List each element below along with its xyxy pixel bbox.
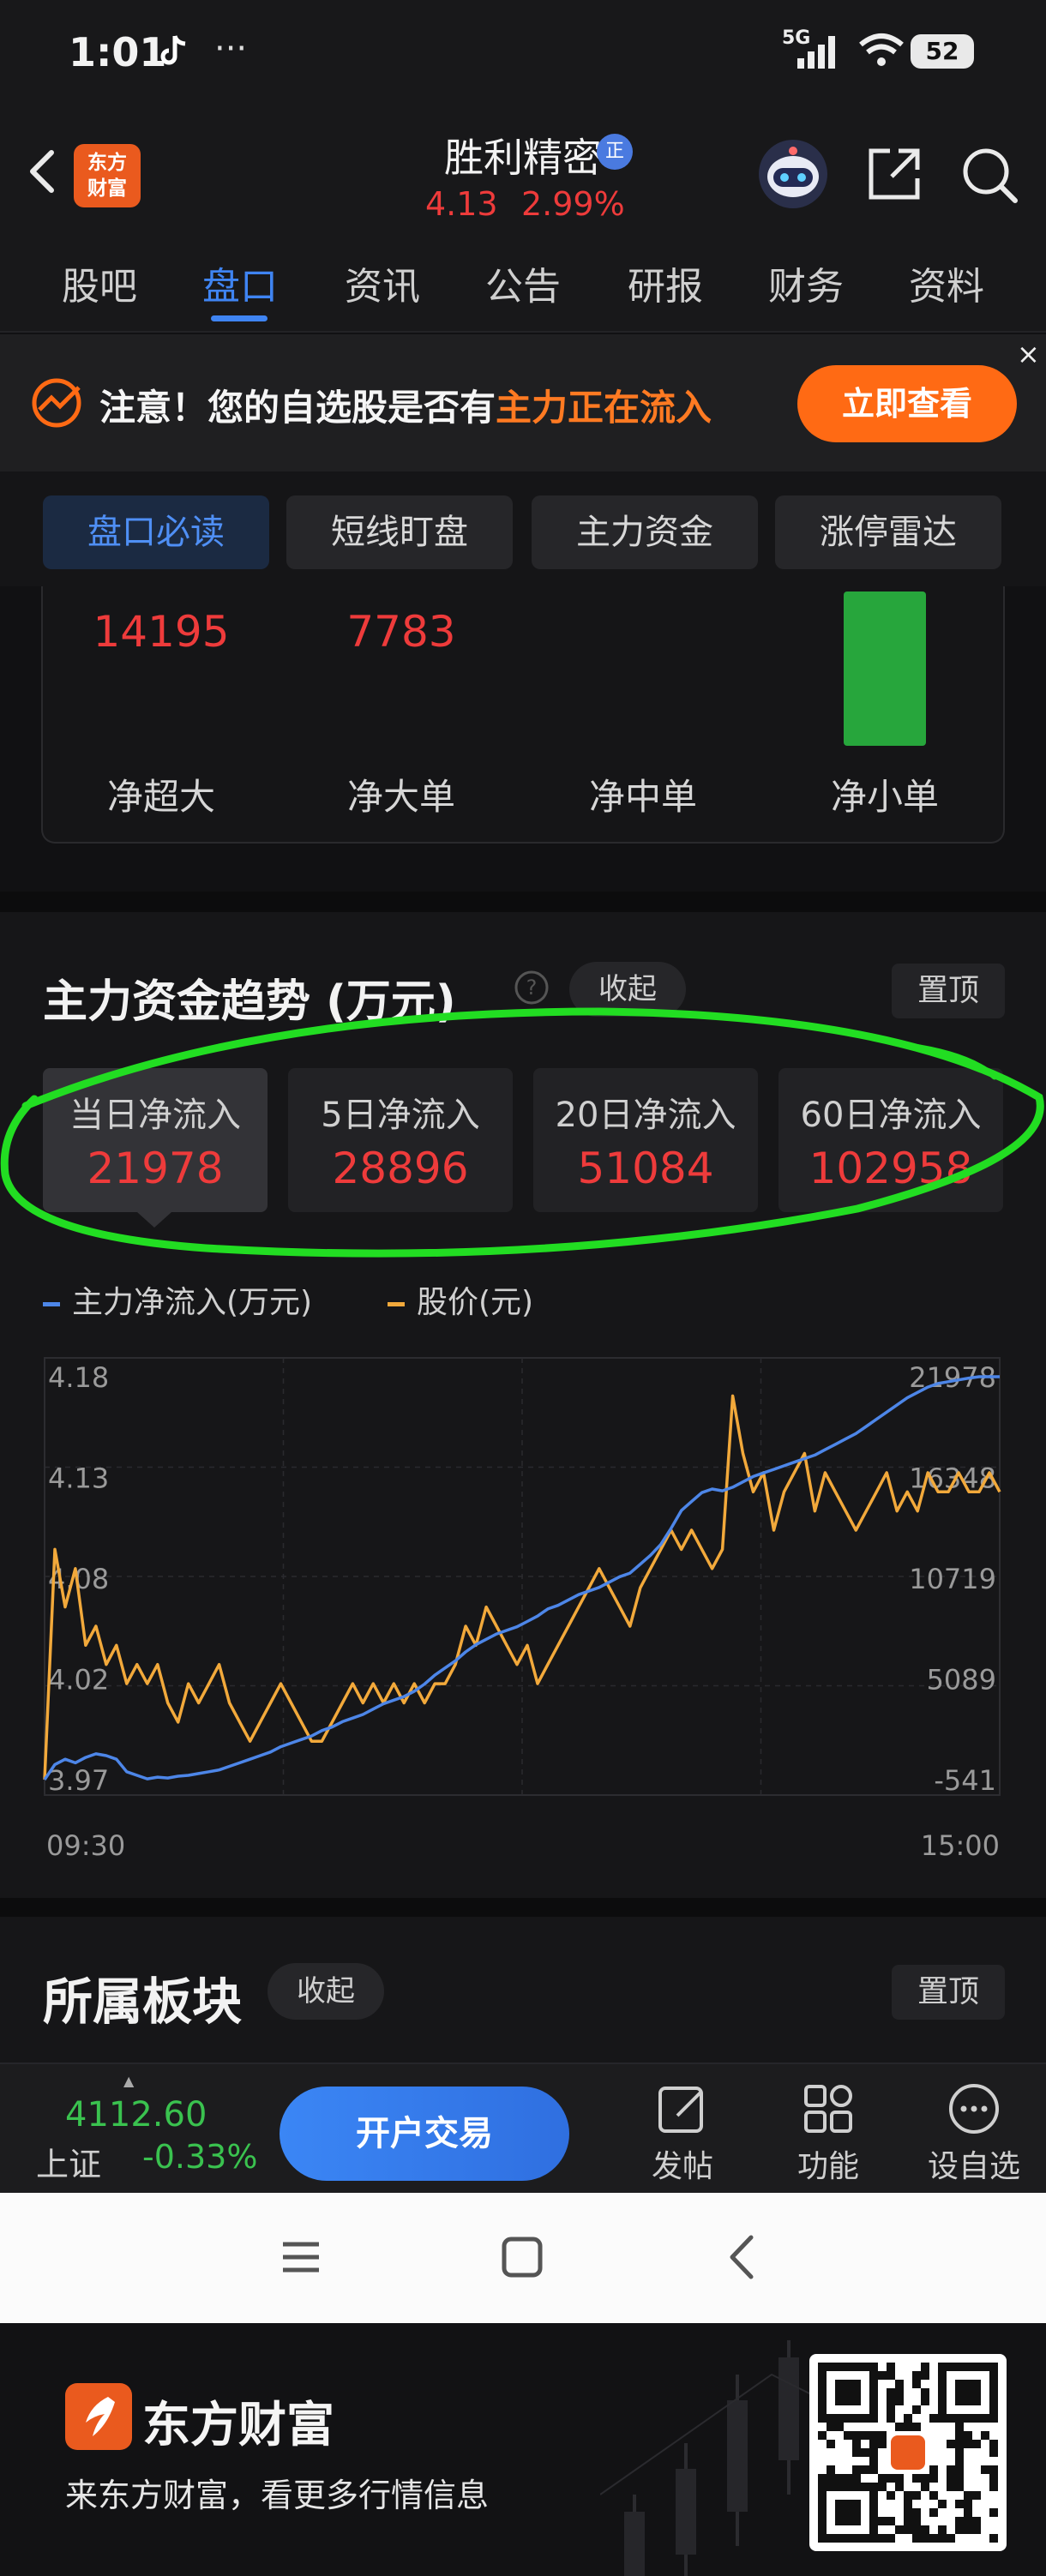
legend-swatch-price: [388, 1301, 405, 1306]
net-medium-label: 净中单: [588, 776, 697, 818]
stock-price: 4.13: [425, 185, 498, 223]
section-divider: [0, 892, 1046, 912]
share-icon[interactable]: [864, 146, 923, 204]
tab-research[interactable]: 研报: [614, 255, 717, 310]
menu-icon[interactable]: [280, 2236, 322, 2282]
left-axis-tick-label: 3.97: [48, 1764, 109, 1797]
section-divider: [0, 1898, 1046, 1917]
main-fund-trend-section: 主力资金趋势 (万元) ? 收起 置顶 当日净流入 21978 5日净流入 28…: [0, 912, 1046, 1898]
tiktok-icon: [159, 34, 189, 76]
legend-swatch-flow: [43, 1301, 60, 1306]
back-icon[interactable]: [725, 2234, 760, 2284]
left-axis-tick-label: 4.02: [48, 1664, 109, 1696]
edit-icon: [658, 2087, 703, 2133]
net-super-large-label: 净超大: [106, 776, 215, 818]
legend-price: 股价(元): [388, 1277, 533, 1322]
trend-alert-icon: [29, 375, 89, 430]
grid-icon: [804, 2085, 852, 2133]
left-axis-tick-label: 4.13: [48, 1462, 109, 1495]
notice-banner[interactable]: 注意！您的自选股是否有主力正在流入 立即查看 ×: [0, 334, 1046, 471]
post-button[interactable]: 发帖: [631, 2081, 734, 2186]
notice-text-highlight: 主力正在流入: [496, 387, 712, 429]
robot-assistant-icon[interactable]: [756, 137, 830, 211]
subtab-limit-radar[interactable]: 涨停雷达: [775, 495, 1001, 569]
footer-slogan: 来东方财富，看更多行情信息: [65, 2477, 490, 2514]
promo-footer: 东方财富 来东方财富，看更多行情信息: [0, 2323, 1046, 2576]
home-icon[interactable]: [501, 2236, 544, 2282]
zheng-badge: 正: [597, 134, 633, 170]
add-watchlist-label: 设自选: [927, 2149, 1020, 2184]
net-small-label: 净小单: [830, 776, 939, 818]
stock-header: 东方 财富 胜利精密 正 4.13 2.99%: [0, 111, 1046, 231]
x-axis-start-label: 09:30: [46, 1829, 125, 1862]
right-axis-tick-label: 10719: [909, 1563, 996, 1595]
status-bar: 1:01 ··· 5G 52: [0, 0, 1046, 111]
net-small-bar: [844, 591, 926, 746]
tab-announcements[interactable]: 公告: [472, 255, 574, 310]
index-name[interactable]: 上证: [36, 2138, 101, 2185]
sector-title: 所属板块: [43, 1973, 243, 2031]
notice-text-main: 注意！您的自选股是否有: [99, 387, 496, 429]
more-circle-icon: [949, 2084, 999, 2134]
active-tab-indicator: [211, 315, 268, 321]
status-time: 1:01: [69, 29, 167, 75]
search-icon[interactable]: [959, 144, 1020, 206]
index-change-pct[interactable]: -0.33%: [142, 2138, 257, 2176]
subtab-main-funds[interactable]: 主力资金: [532, 495, 758, 569]
tab-profile[interactable]: 资料: [895, 255, 998, 310]
wifi-icon: [857, 31, 905, 72]
eastmoney-footer-logo: [65, 2383, 132, 2450]
open-account-trade-button[interactable]: 开户交易: [280, 2087, 569, 2181]
stock-change-pct: 2.99%: [521, 185, 625, 223]
subtab-must-read[interactable]: 盘口必读: [43, 495, 269, 569]
system-nav-bar: [0, 2193, 1046, 2323]
post-label: 发帖: [651, 2149, 713, 2184]
close-icon[interactable]: ×: [1017, 338, 1040, 370]
pankou-subtabs: 盘口必读 短线盯盘 主力资金 涨停雷达: [0, 471, 1046, 586]
add-watchlist-button[interactable]: 设自选: [923, 2081, 1025, 2186]
right-axis-tick-label: -541: [934, 1764, 996, 1797]
sector-section: 所属板块 收起 置顶: [0, 1917, 1046, 2063]
bottom-action-bar: ▲ 4112.60 上证 -0.33% 开户交易 发帖 功能 设自选: [0, 2063, 1046, 2193]
net-flow-card: 14195 7783 净超大 净大单 净中单 净小单: [41, 586, 1005, 844]
subtab-short-term[interactable]: 短线盯盘: [286, 495, 513, 569]
left-axis-tick-label: 4.18: [48, 1361, 109, 1394]
view-now-button[interactable]: 立即查看: [797, 365, 1017, 442]
sector-pin-button[interactable]: 置顶: [892, 1965, 1005, 2020]
net-large-label: 净大单: [346, 776, 455, 818]
tab-finance[interactable]: 财务: [754, 255, 857, 310]
signal-icon: [796, 33, 847, 74]
fund-trend-chart[interactable]: 4.184.134.084.023.972197816348107195089-…: [39, 1349, 1008, 1881]
legend-flow-label: 主力净流入(万元): [72, 1285, 313, 1320]
net-large-value: 7783: [346, 607, 456, 657]
tab-news[interactable]: 资讯: [331, 255, 434, 310]
tab-guba[interactable]: 股吧: [48, 255, 151, 310]
main-tabs: 股吧 盘口 资讯 公告 研报 财务 资料: [0, 231, 1046, 333]
qr-code: [809, 2354, 1007, 2551]
functions-label: 功能: [797, 2149, 859, 2184]
battery-icon: 52: [911, 34, 974, 69]
sector-collapse-button[interactable]: 收起: [268, 1963, 384, 2020]
tab-pankou[interactable]: 盘口: [189, 255, 292, 310]
more-notifications-icon: ···: [214, 29, 248, 69]
functions-button[interactable]: 功能: [777, 2081, 880, 2186]
right-axis-tick-label: 5089: [927, 1664, 996, 1696]
notice-text: 注意！您的自选股是否有主力正在流入: [99, 379, 712, 431]
x-axis-end-label: 15:00: [921, 1829, 1000, 1862]
legend-price-label: 股价(元): [417, 1285, 534, 1320]
index-expand-icon[interactable]: ▲: [123, 2073, 134, 2089]
index-value[interactable]: 4112.60: [65, 2095, 207, 2135]
legend-main-flow: 主力净流入(万元): [43, 1277, 312, 1322]
footer-brand: 东方财富: [142, 2398, 334, 2453]
net-super-large-value: 14195: [93, 607, 230, 657]
